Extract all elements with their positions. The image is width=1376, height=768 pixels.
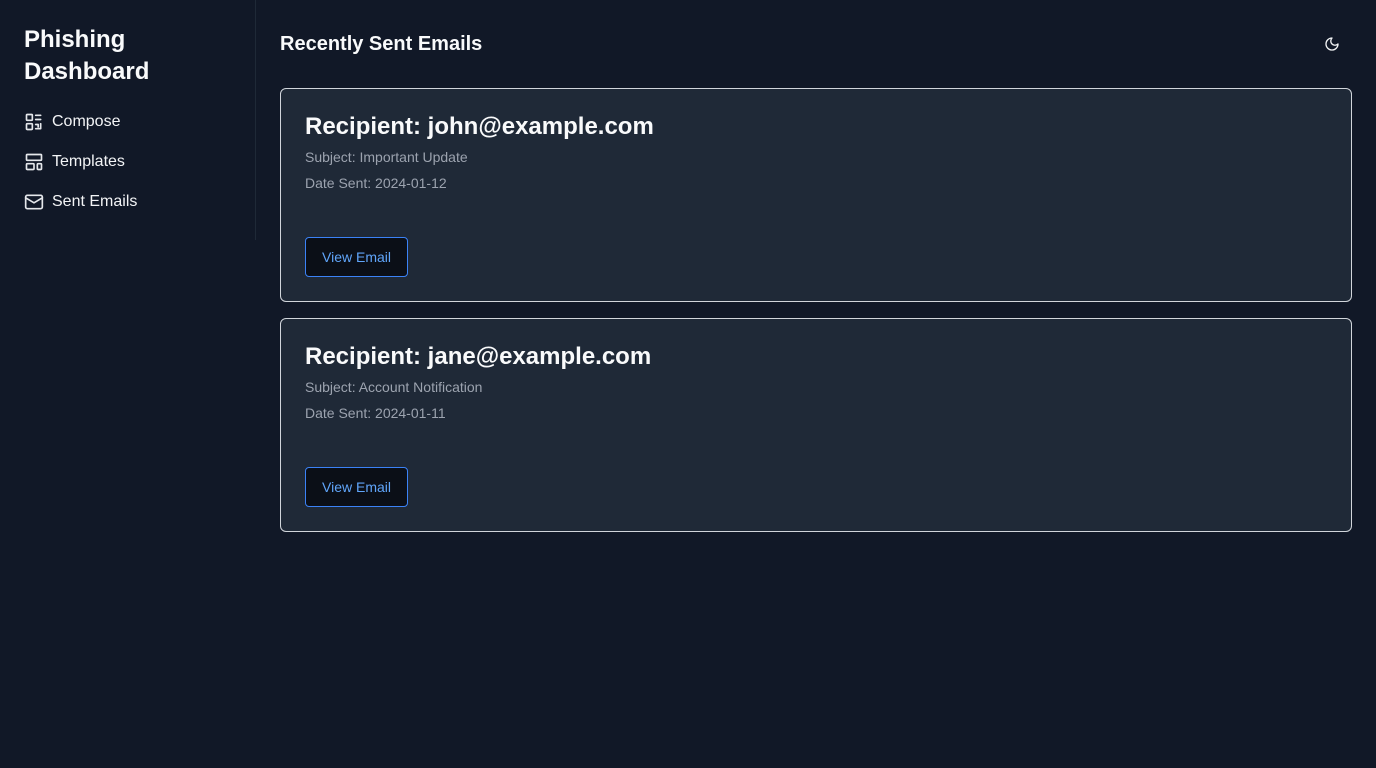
compose-icon (24, 112, 44, 132)
sidebar-item-label: Templates (52, 153, 125, 170)
mail-icon (24, 192, 44, 212)
brand-title: Phishing Dashboard (24, 26, 150, 85)
sidebar: Phishing Dashboard Compose Templates Sen… (0, 0, 256, 240)
app: Phishing Dashboard Compose Templates Sen… (0, 0, 1376, 768)
sidebar-item-label: Sent Emails (52, 193, 138, 210)
view-email-button[interactable]: View Email (305, 467, 408, 507)
email-card: Recipient: jane@example.com Subject: Acc… (280, 318, 1352, 532)
page-title: Recently Sent Emails (280, 32, 483, 55)
email-subject: Subject: Important Update (305, 149, 468, 165)
sidebar-item-templates[interactable]: Templates (24, 148, 231, 176)
templates-icon (24, 152, 44, 172)
sidebar-nav: Compose Templates Sent Emails (24, 108, 231, 216)
view-email-button[interactable]: View Email (305, 237, 408, 277)
sidebar-item-label: Compose (52, 113, 121, 130)
email-date: Date Sent: 2024-01-12 (305, 175, 447, 191)
email-recipient: Recipient: john@example.com (305, 113, 654, 140)
moon-icon (1325, 37, 1339, 51)
main-content: Recently Sent Emails Recipient: john@exa… (280, 0, 1352, 532)
email-recipient: Recipient: jane@example.com (305, 343, 652, 370)
email-subject: Subject: Account Notification (305, 379, 483, 395)
page-header: Recently Sent Emails (280, 0, 1352, 88)
sidebar-item-sent-emails[interactable]: Sent Emails (24, 188, 231, 216)
email-date: Date Sent: 2024-01-11 (305, 405, 446, 421)
sidebar-item-compose[interactable]: Compose (24, 108, 231, 136)
theme-toggle-button[interactable] (1320, 32, 1344, 56)
email-list: Recipient: john@example.com Subject: Imp… (280, 88, 1352, 532)
email-card: Recipient: john@example.com Subject: Imp… (280, 88, 1352, 302)
